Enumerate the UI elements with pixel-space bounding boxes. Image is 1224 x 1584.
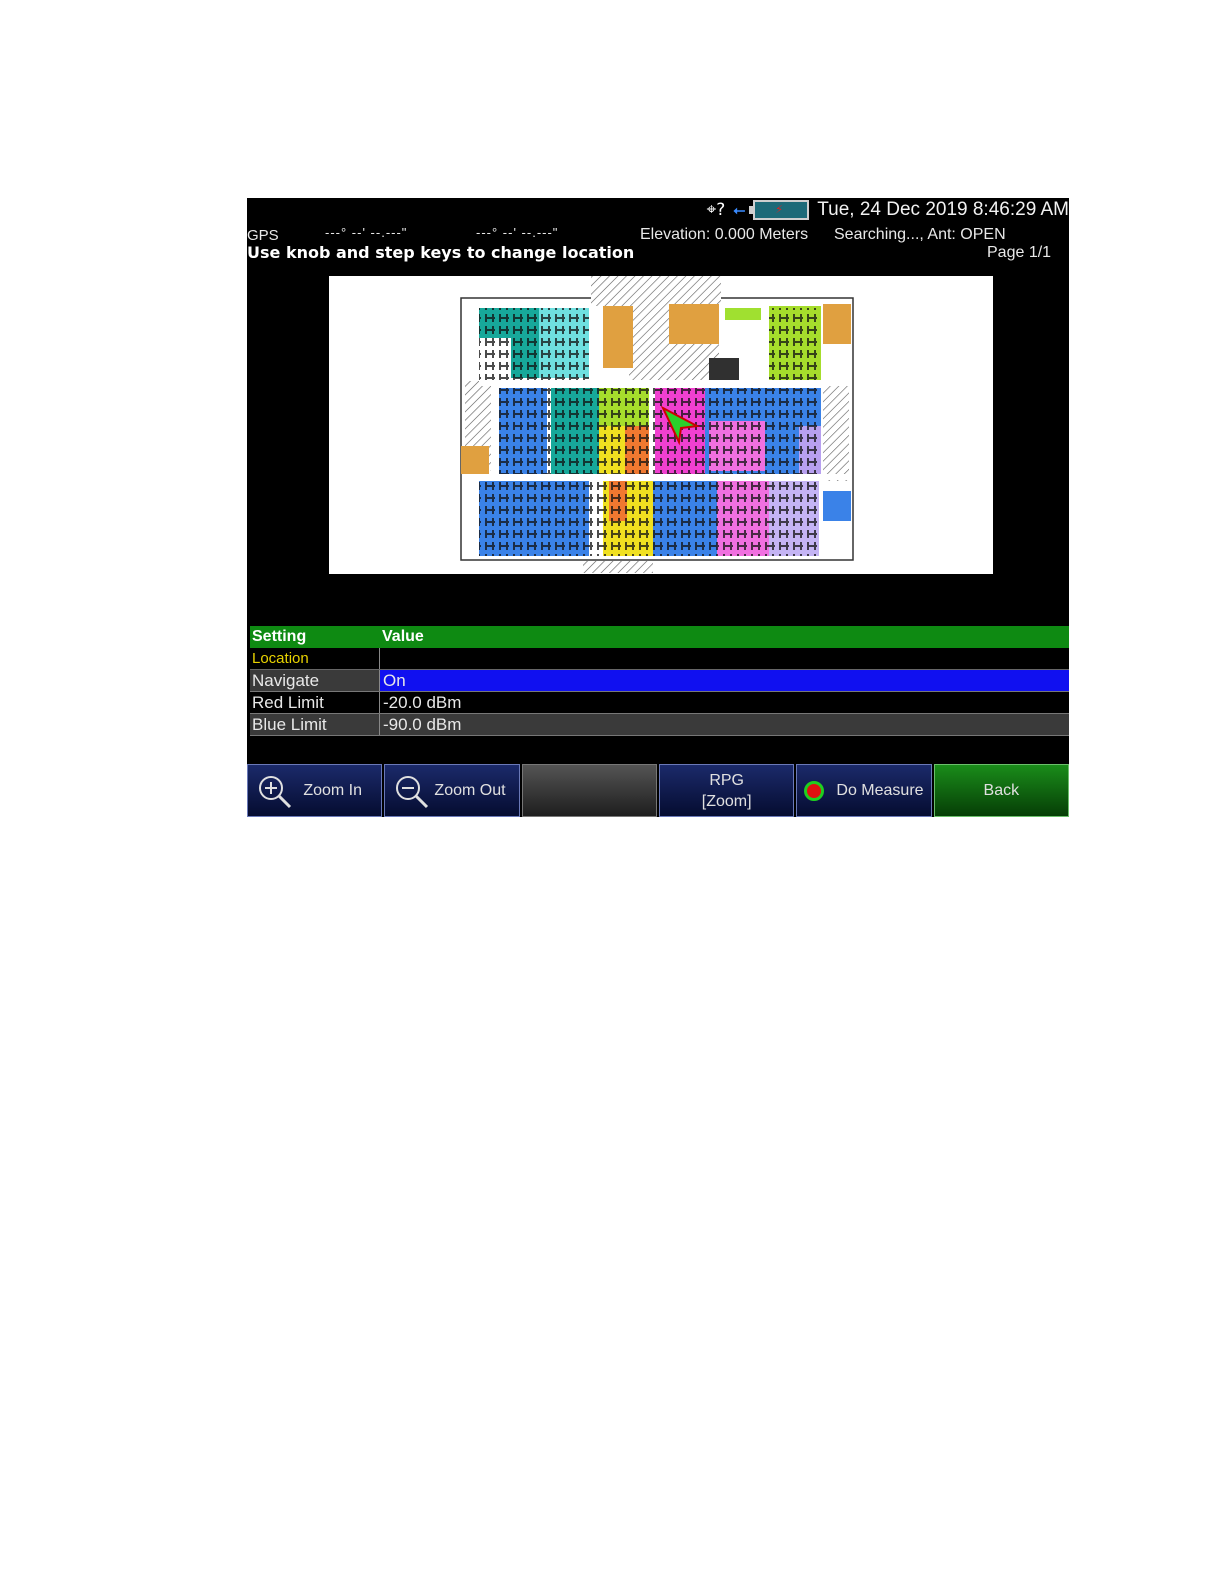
gps-latitude: ---° --' --.---" — [325, 225, 408, 240]
table-row-navigate[interactable]: Navigate On — [250, 670, 1069, 692]
setting-value: -20.0 dBm — [379, 692, 1069, 713]
setting-column-header: Setting — [252, 628, 307, 645]
table-row-blue-limit[interactable]: Blue Limit -90.0 dBm — [250, 714, 1069, 736]
zoom-out-label: Zoom Out — [434, 781, 506, 799]
setting-value: On — [379, 670, 1069, 691]
rpg-mode-label: [Zoom] — [701, 792, 752, 810]
setting-name: Blue Limit — [252, 715, 327, 734]
table-row-red-limit[interactable]: Red Limit -20.0 dBm — [250, 692, 1069, 714]
zoom-in-label: Zoom In — [303, 781, 362, 799]
rpg-label: RPG — [709, 771, 744, 789]
gps-label: GPS — [247, 227, 279, 244]
status-bar: ⌖? ⭠ ⚡ Tue, 24 Dec 2019 8:46:29 AM — [707, 198, 1069, 222]
usb-icon: ⭠ — [733, 201, 746, 219]
setting-value — [379, 648, 1069, 669]
zoom-out-button[interactable]: Zoom Out — [384, 764, 520, 817]
table-header: Setting Value — [250, 626, 1069, 648]
datetime: Tue, 24 Dec 2019 8:46:29 AM — [817, 199, 1069, 220]
gps-elevation: Elevation: 0.000 Meters — [640, 226, 809, 243]
battery-icon: ⚡ — [749, 200, 810, 220]
back-button[interactable]: Back — [933, 764, 1069, 817]
do-measure-button[interactable]: Do Measure — [796, 764, 932, 817]
setting-value: -90.0 dBm — [379, 714, 1069, 735]
record-icon — [804, 780, 825, 801]
back-label: Back — [983, 781, 1020, 799]
zoom-out-icon — [396, 776, 429, 809]
page-indicator: Page 1/1 — [987, 244, 1052, 261]
do-measure-label: Do Measure — [836, 781, 924, 799]
empty-softkey[interactable] — [521, 764, 657, 817]
rpg-zoom-button[interactable]: RPG [Zoom] — [658, 764, 795, 817]
softkey-bar: Zoom In Zoom Out RPG [Zoom] Do Measure B… — [247, 764, 1069, 817]
instrument-screen: ⌖? ⭠ ⚡ Tue, 24 Dec 2019 8:46:29 AM GPS -… — [247, 198, 1069, 817]
value-column-header: Value — [382, 628, 424, 645]
zoom-in-icon — [259, 776, 292, 809]
floor-plan-map[interactable] — [329, 276, 993, 574]
table-row-location[interactable]: Location — [250, 648, 1069, 670]
gps-longitude: ---° --' --.---" — [476, 225, 559, 240]
floor-plan-image — [460, 276, 854, 573]
zoom-in-button[interactable]: Zoom In — [247, 764, 383, 817]
gps-status: Searching..., Ant: OPEN — [834, 226, 1006, 243]
instruction-text: Use knob and step keys to change locatio… — [247, 243, 635, 262]
settings-table: Setting Value Location Navigate On Red L… — [250, 626, 1069, 736]
setting-name: Location — [252, 650, 309, 667]
crosshair-icon: ⌖? — [706, 200, 726, 220]
setting-name: Navigate — [250, 670, 379, 691]
setting-name: Red Limit — [252, 693, 324, 712]
